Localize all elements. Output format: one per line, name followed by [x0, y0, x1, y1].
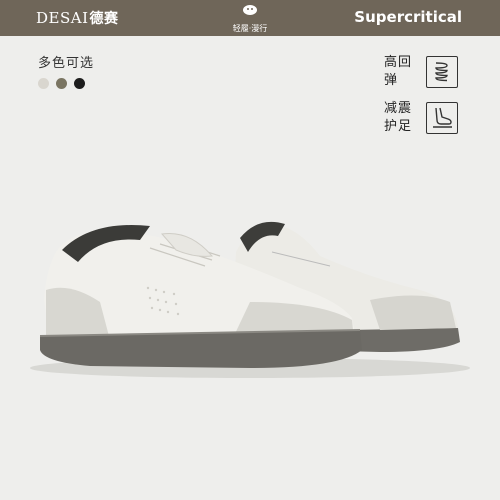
brand-logo[interactable]: DESAI德赛	[36, 8, 119, 28]
foot-cushion-icon	[426, 102, 458, 134]
sneaker-pair-image	[30, 221, 470, 378]
spring-coil-icon	[426, 56, 458, 88]
center-badge: 轻履·漫行	[226, 2, 274, 34]
swatch-black[interactable]	[74, 78, 85, 89]
color-options-label: 多色可选	[38, 56, 95, 71]
feature-cushion-label: 减震护足	[384, 101, 413, 134]
swatch-light[interactable]	[38, 78, 49, 89]
brand-cn: 德赛	[89, 11, 119, 27]
swatch-olive[interactable]	[56, 78, 67, 89]
feature-cushion: 减震护足	[384, 100, 464, 144]
header-bar: DESAI德赛 轻履·漫行 Supercritical	[0, 0, 500, 36]
feature-rebound: 高回弹	[384, 54, 464, 98]
partner-logo[interactable]: Supercritical	[354, 8, 462, 26]
color-swatches	[38, 78, 85, 89]
feature-rebound-label: 高回弹	[384, 55, 413, 88]
sneaker-left	[39, 225, 362, 368]
cloud-shoe-icon	[243, 5, 257, 15]
center-tagline: 轻履·漫行	[232, 24, 268, 33]
brand-latin: DESAI	[36, 9, 89, 27]
